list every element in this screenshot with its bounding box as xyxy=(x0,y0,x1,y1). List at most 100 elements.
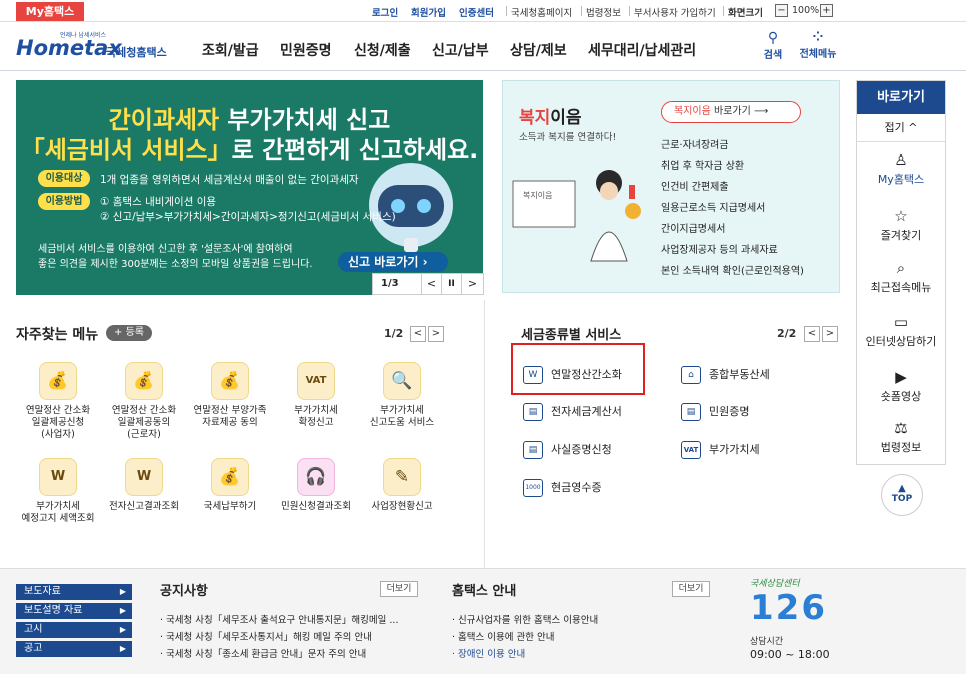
join-link[interactable]: 회원가입 xyxy=(411,5,446,19)
quick-my-hometax[interactable]: ♙ My홈택스 xyxy=(857,151,945,187)
gnb-consult[interactable]: 상담/제보 xyxy=(510,40,567,60)
zoom-out-button[interactable]: − xyxy=(775,4,788,17)
gnb-apply[interactable]: 신청/제출 xyxy=(354,40,411,60)
tax-civil-certificate[interactable]: ▤ 민원증명 xyxy=(681,403,749,421)
screen-size-label: 화면크기 xyxy=(728,8,763,19)
dept-user-join-link[interactable]: 부서사용자 가입하기 xyxy=(634,5,716,19)
guide-item[interactable]: · 장애인 이용 안내 xyxy=(452,646,525,660)
notice-more-button[interactable]: 더보기 xyxy=(380,581,418,597)
gavel-icon: ⚖ xyxy=(894,419,908,437)
arrow-right-icon: ▶ xyxy=(119,644,126,653)
main-banner[interactable]: 간이과세자 부가가치세 신고 「세금비서 서비스」로 간편하게 신고하세요. 이… xyxy=(16,80,483,295)
tax-cash-receipt[interactable]: 1000 현금영수증 xyxy=(523,479,602,497)
gnb-report[interactable]: 신고/납부 xyxy=(432,40,489,60)
frequent-next-button[interactable]: > xyxy=(428,326,444,342)
welfare-item[interactable]: 인건비 간편제출 xyxy=(661,178,729,193)
nts-homepage-link[interactable]: 국세청홈페이지 xyxy=(511,5,572,19)
tax-fact-certificate[interactable]: ▤ 사실증명신청 xyxy=(523,441,612,459)
footer-tab-press-explain[interactable]: 보도설명 자료 ▶ xyxy=(16,603,132,619)
gnb-inquiry[interactable]: 조회/발급 xyxy=(202,40,259,60)
utility-bar: My홈택스 로그인 회원가입 인증센터 국세청홈페이지 법령정보 부서사용자 가… xyxy=(0,0,966,22)
hometax-logo[interactable]: 언제나 납세서비스 Hometax 국세청홈택스 xyxy=(16,30,176,66)
cert-center-link[interactable]: 인증센터 xyxy=(459,5,494,19)
edit-document-icon: ✎ xyxy=(383,458,421,496)
logo-suffix: 국세청홈택스 xyxy=(106,46,167,59)
freq-item-efiling-result[interactable]: W 전자신고결과조회 xyxy=(102,458,186,513)
quick-shortform[interactable]: ▶ 숏폼영상 xyxy=(857,368,945,404)
freq-item-vat-prenotice[interactable]: W 부가가치세 예정고지 세액조회 xyxy=(16,458,100,525)
arrow-right-icon: › xyxy=(422,255,428,269)
register-button[interactable]: + 등록 xyxy=(106,325,152,341)
banner-pause-button[interactable]: II xyxy=(441,274,461,294)
headset-icon: 🎧 xyxy=(297,458,335,496)
freq-item-dependent-consent[interactable]: 💰 연말정산 부양가족 자료제공 동의 xyxy=(188,362,272,429)
document-icon: ▤ xyxy=(681,403,701,421)
w-search-icon: W xyxy=(39,458,77,496)
tax-vat[interactable]: VAT 부가가치세 xyxy=(681,441,760,459)
welfare-subtitle: 소득과 복지를 연결하다! xyxy=(519,132,617,143)
up-arrow-icon: ▲ xyxy=(898,483,906,494)
quick-fold-button[interactable]: 접기 ^ xyxy=(857,114,945,142)
freq-item-vat-help[interactable]: 🔍 부가가치세 신고도움 서비스 xyxy=(360,362,444,429)
quick-recent-menu[interactable]: ⌕ 최근접속메뉴 xyxy=(857,259,945,295)
report-go-button[interactable]: 신고 바로가기 › xyxy=(338,252,448,272)
all-menu-label: 전체메뉴 xyxy=(799,49,837,60)
law-info-link[interactable]: 법령정보 xyxy=(586,5,621,19)
footer-tab-announcement[interactable]: 공고 ▶ xyxy=(16,641,132,657)
arrow-right-icon: ▶ xyxy=(119,587,126,596)
quick-online-consult[interactable]: ▭ 인터넷상담하기 xyxy=(857,313,945,349)
zoom-in-button[interactable]: + xyxy=(820,4,833,17)
tax-next-button[interactable]: > xyxy=(822,326,838,342)
banner-prev-button[interactable]: < xyxy=(421,274,441,294)
tax-prev-button[interactable]: < xyxy=(804,326,820,342)
freq-item-vat-final[interactable]: VAT 부가가치세 확정신고 xyxy=(274,362,358,429)
guide-more-button[interactable]: 더보기 xyxy=(672,581,710,597)
star-icon: ☆ xyxy=(894,207,908,225)
welfare-item[interactable]: 사업장제공자 등의 과세자료 xyxy=(661,241,778,256)
welfare-item[interactable]: 간이지급명세서 xyxy=(661,220,725,235)
search-icon: ⚲ xyxy=(767,30,779,46)
tax-comprehensive-realestate[interactable]: ⌂ 종합부동산세 xyxy=(681,366,770,384)
search-button[interactable]: ⚲ 검색 xyxy=(755,30,791,61)
guide-item[interactable]: · 신규사업자를 위한 홈택스 이용안내 xyxy=(452,612,598,626)
vat-document-icon: VAT xyxy=(297,362,335,400)
footer-tab-press[interactable]: 보도자료 ▶ xyxy=(16,584,132,600)
welfare-connect-panel: 복지이음 소득과 복지를 연결하다! 복지이음 바로가기 ⟶ 복지이음 근로·자… xyxy=(502,80,840,293)
magnifier-document-icon: 🔍 xyxy=(383,362,421,400)
freq-item-yearend-worker[interactable]: 💰 연말정산 간소화 일괄제공동의 (근로자) xyxy=(102,362,186,441)
tax-service-title: 세금종류별 서비스 xyxy=(521,328,622,343)
frequent-prev-button[interactable]: < xyxy=(410,326,426,342)
freq-item-business-status[interactable]: ✎ 사업장현황신고 xyxy=(360,458,444,513)
my-hometax-button[interactable]: My홈택스 xyxy=(16,2,84,21)
freq-item-tax-payment[interactable]: 💰 국세납부하기 xyxy=(188,458,272,513)
usage-target-pill: 이용대상 xyxy=(38,170,90,187)
notice-item[interactable]: · 국세청 사칭「종소세 환급금 안내」문자 주의 안내 xyxy=(160,646,366,660)
banner-note-1: 세금비서 서비스를 이용하여 신고한 후 '설문조사'에 참여하여 xyxy=(38,244,293,255)
gnb-tax-agent[interactable]: 세무대리/납세관리 xyxy=(588,40,696,60)
notice-title: 공지사항 xyxy=(160,584,208,599)
welfare-item[interactable]: 본인 소득내역 확인(근로인적용역) xyxy=(661,262,804,277)
welfare-item[interactable]: 근로·자녀장려금 xyxy=(661,136,729,151)
all-menu-button[interactable]: ⁘ 전체메뉴 xyxy=(796,30,840,60)
banner-page: 1/3 xyxy=(381,278,399,289)
banner-next-button[interactable]: > xyxy=(461,274,483,294)
welfare-go-button[interactable]: 복지이음 바로가기 ⟶ xyxy=(661,101,801,123)
welfare-item[interactable]: 취업 후 학자금 상환 xyxy=(661,157,744,172)
scroll-top-button[interactable]: ▲ TOP xyxy=(881,474,923,516)
tax-e-invoice[interactable]: ▤ 전자세금계산서 xyxy=(523,403,622,421)
money-bag-icon: 💰 xyxy=(39,362,77,400)
welfare-item[interactable]: 일용근로소득 지급명세서 xyxy=(661,199,765,214)
login-link[interactable]: 로그인 xyxy=(372,5,398,19)
gnb-civil[interactable]: 민원증명 xyxy=(280,40,332,60)
notice-item[interactable]: · 국세청 사칭「세무조사통지서」해킹 메일 주의 안내 xyxy=(160,629,372,643)
zoom-level: 100% xyxy=(792,5,820,16)
quick-law-info[interactable]: ⚖ 법령정보 xyxy=(857,419,945,455)
consult-hours: 09:00 ~ 18:00 xyxy=(750,648,830,661)
quick-favorites[interactable]: ☆ 즐겨찾기 xyxy=(857,207,945,243)
freq-item-civil-result[interactable]: 🎧 민원신청결과조회 xyxy=(274,458,358,513)
freq-item-yearend-biz[interactable]: 💰 연말정산 간소화 일괄제공신청 (사업자) xyxy=(16,362,100,441)
notice-item[interactable]: · 국세청 사칭「세무조사 출석요구 안내통지문」해킹메일 ... xyxy=(160,612,398,626)
money-bag-icon: 💰 xyxy=(211,458,249,496)
footer-tab-notice-gazette[interactable]: 고시 ▶ xyxy=(16,622,132,638)
guide-item[interactable]: · 홈택스 이용에 관한 안내 xyxy=(452,629,555,643)
